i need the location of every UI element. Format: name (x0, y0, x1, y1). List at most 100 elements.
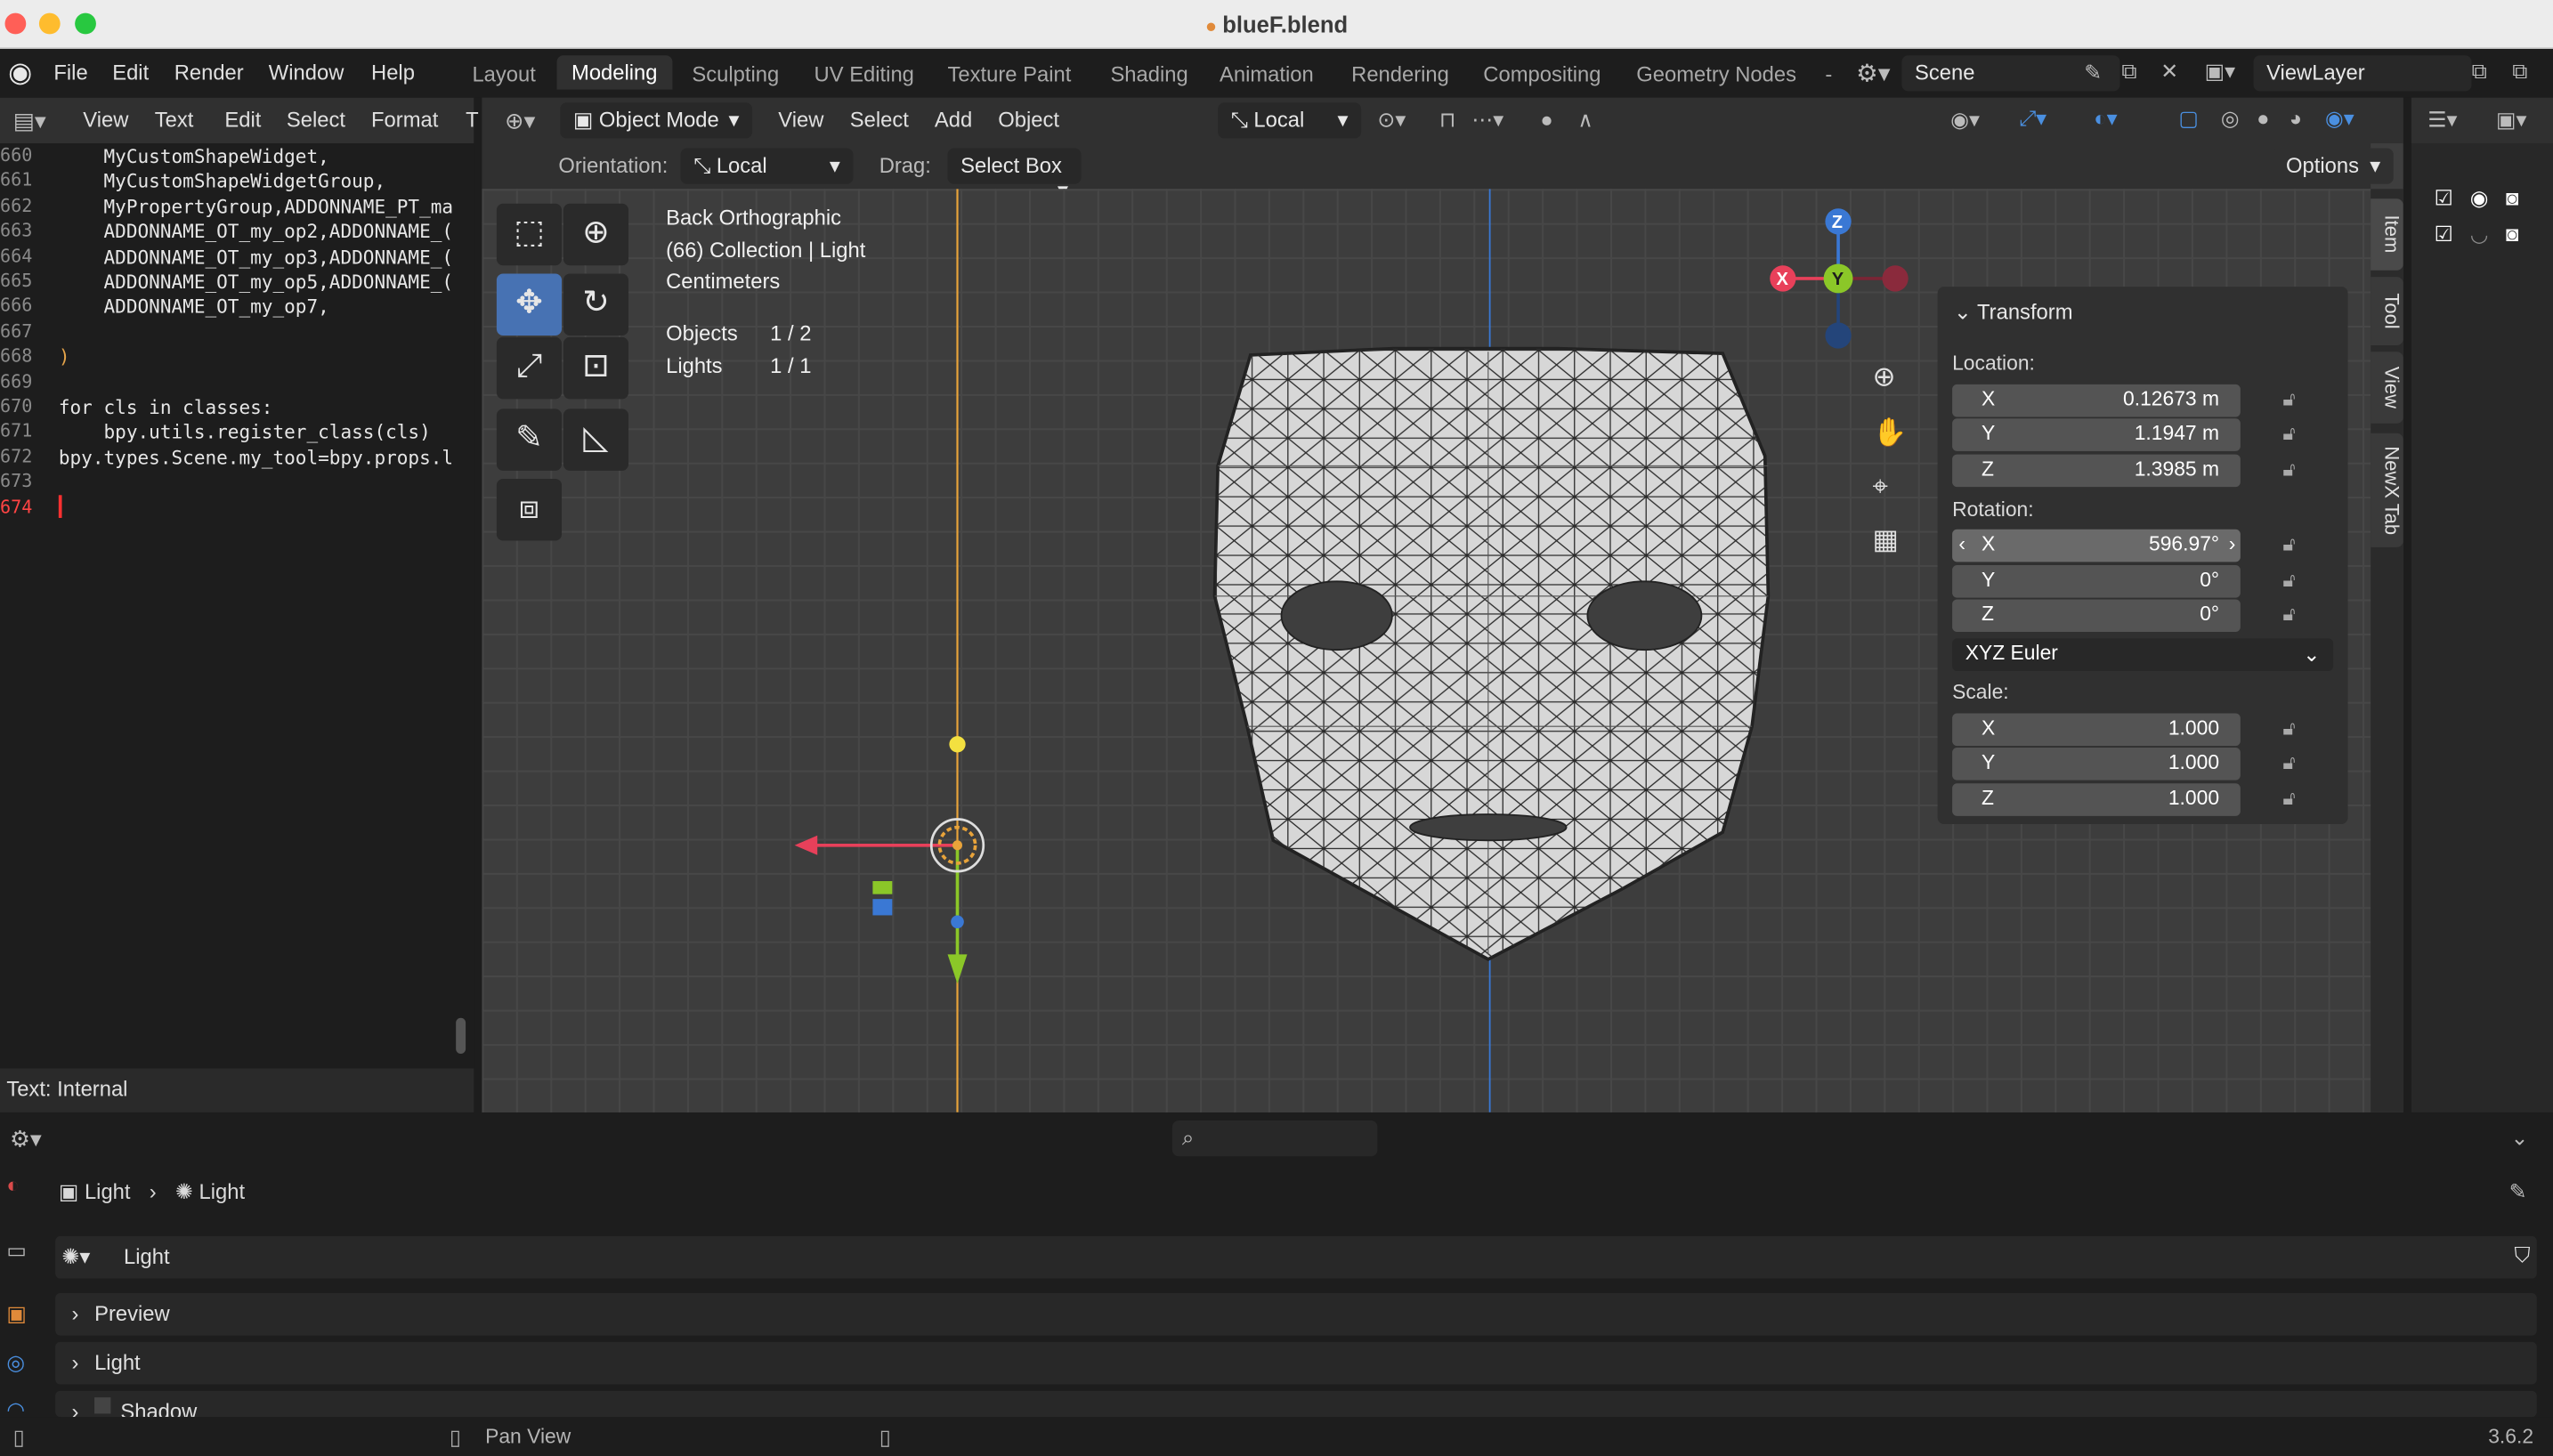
tab-texture-paint[interactable]: Texture Paint (948, 62, 1072, 86)
camera-icon[interactable]: ◙ (2506, 186, 2518, 210)
options-dropdown[interactable]: Options ▾ (2273, 148, 2394, 184)
pan-hand-icon[interactable]: ✋ (1872, 417, 1907, 449)
new-view-layer-icon[interactable]: ⧉ (2472, 59, 2487, 85)
rotation-z-field[interactable]: Z 0° (1952, 599, 2241, 633)
text-scrollbar[interactable] (456, 1017, 466, 1055)
menu-help[interactable]: Help (371, 61, 415, 85)
tab-tool[interactable]: Tool (2371, 277, 2403, 345)
viewport-grid[interactable]: ⬚ ⊕ ✥ ↻ ⤢ ⊡ ✎ ◺ ⧈ Back Orthographic (66)… (482, 189, 2371, 1112)
properties-search[interactable]: ⌕ (1171, 1120, 1378, 1157)
gizmo-toggle-icon[interactable]: ⤢▾ (2019, 106, 2046, 132)
view-layer-selector[interactable]: ViewLayer (2253, 55, 2472, 92)
tab-modeling[interactable]: Modeling (556, 55, 672, 90)
drag-dropdown[interactable]: Select Box▾ (947, 148, 1082, 202)
display-mode-icon[interactable]: ▣▾ (2496, 108, 2526, 133)
remove-scene-icon[interactable]: ✕ (2160, 59, 2178, 85)
proportional-editing-icon[interactable]: ● (1540, 108, 1552, 132)
rotation-mode-dropdown[interactable]: XYZ Euler ⌄ (1952, 638, 2334, 671)
location-x-field[interactable]: X 0.12673 m (1952, 384, 2241, 417)
lock-icon[interactable]: 🔓︎ (2282, 569, 2295, 593)
tab-sculpting[interactable]: Sculpting (692, 62, 779, 86)
physics-props-icon[interactable]: ◎ (6, 1350, 25, 1376)
lock-icon[interactable]: 🔓︎ (2282, 422, 2295, 446)
pin-icon[interactable]: ✎ (2084, 61, 2102, 86)
blender-logo-icon[interactable]: ◉ (8, 57, 32, 90)
editor-type-icon[interactable]: ⚙▾ (10, 1126, 42, 1153)
text-menu-view[interactable]: View (83, 108, 128, 132)
orientation-dropdown[interactable]: ⤡ Local ▾ (680, 148, 854, 184)
text-menu-edit[interactable]: Edit (224, 108, 261, 132)
checkbox-icon[interactable]: ☑ (2435, 186, 2453, 212)
tab-geometry-nodes[interactable]: Geometry Nodes (1636, 62, 1796, 86)
fake-user-shield-icon[interactable]: ⛉ (2515, 1242, 2531, 1268)
material-shading-icon[interactable]: ◕ (2290, 106, 2302, 130)
pin-icon[interactable]: ✎ (2509, 1179, 2527, 1205)
tab-uv-editing[interactable]: UV Editing (815, 62, 914, 86)
panel-light[interactable]: › Light (55, 1341, 2537, 1385)
location-y-field[interactable]: Y 1.1947 m (1952, 418, 2241, 451)
snap-increment-icon[interactable]: ⋯▾ (1472, 108, 1504, 133)
viewport-menu-add[interactable]: Add (935, 108, 972, 132)
tab-item[interactable]: Item (2371, 198, 2403, 271)
lock-icon[interactable]: 🔓︎ (2282, 603, 2295, 627)
tab-shading[interactable]: Shading (1110, 62, 1187, 86)
3d-viewport[interactable]: ⊕▾ ▣ Object Mode ▾ View Select Add Object… (482, 97, 2403, 1112)
editor-type-icon[interactable]: ⊕▾ (505, 108, 535, 135)
collection-props-icon[interactable]: ▭ (6, 1238, 26, 1264)
rotation-y-field[interactable]: Y 0° (1952, 565, 2241, 598)
text-menu-format[interactable]: Format (371, 108, 438, 132)
tab-rendering[interactable]: Rendering (1351, 62, 1449, 86)
viewport-menu-view[interactable]: View (778, 108, 823, 132)
gizmo-neg-x-axis[interactable] (1882, 265, 1909, 292)
scale-y-field[interactable]: Y 1.000 (1952, 747, 2241, 781)
menu-file[interactable]: File (53, 61, 87, 85)
location-z-field[interactable]: Z 1.3985 m (1952, 454, 2241, 488)
pivot-point-icon[interactable]: ⊙▾ (1377, 108, 1406, 133)
tab-view[interactable]: View (2371, 352, 2403, 424)
mask-mesh[interactable] (1212, 346, 1771, 961)
checkbox-icon[interactable]: ☑ (2435, 222, 2453, 247)
wireframe-shading-icon[interactable]: ◎ (2221, 106, 2240, 132)
overlays-icon[interactable]: ◐▾ (2094, 106, 2117, 132)
tab-compositing[interactable]: Compositing (1483, 62, 1601, 86)
tab-animation[interactable]: Animation (1220, 62, 1314, 86)
perspective-toggle-icon[interactable]: ▦ (1872, 524, 1898, 557)
viewport-menu-select[interactable]: Select (850, 108, 909, 132)
text-menu-text[interactable]: Text (155, 108, 194, 132)
editor-type-icon[interactable]: ☰▾ (2427, 108, 2457, 133)
mode-selector[interactable]: ▣ Object Mode ▾ (560, 102, 753, 139)
decrement-arrow-icon[interactable]: ‹ (1958, 532, 1965, 555)
light-object[interactable] (794, 736, 985, 984)
text-menu-select[interactable]: Select (287, 108, 345, 132)
tab-newx[interactable]: NewX Tab (2371, 433, 2403, 547)
lock-icon[interactable]: 🔓︎ (2282, 787, 2295, 811)
new-scene-icon[interactable]: ⧉ (2121, 59, 2136, 85)
view-layer-icon[interactable]: ▣▾ (2205, 59, 2235, 85)
text-menu-templates[interactable]: T (466, 108, 479, 132)
shadow-checkbox[interactable] (94, 1397, 111, 1414)
eye-icon[interactable]: ◉ (2470, 186, 2489, 212)
workspace-more[interactable]: - (1825, 62, 1832, 86)
menu-window[interactable]: Window (269, 61, 344, 85)
panel-preview[interactable]: › Preview (55, 1293, 2537, 1336)
editor-type-icon[interactable]: ▤▾ (13, 108, 46, 135)
rotation-x-field[interactable]: ‹ X 596.97° › (1952, 529, 2241, 562)
lock-icon[interactable]: 🔓︎ (2282, 457, 2295, 481)
transform-orientation-selector[interactable]: ⤡ Local ▾ (1218, 102, 1362, 139)
transform-header[interactable]: ⌄ Transform (1954, 300, 2073, 326)
snap-icon[interactable]: ⊓ (1439, 108, 1456, 133)
scene-icon[interactable]: ⚙▾ (1856, 59, 1890, 88)
viewport-menu-object[interactable]: Object (998, 108, 1059, 132)
tab-layout[interactable]: Layout (472, 62, 535, 86)
rendered-shading-icon[interactable]: ◉▾ (2325, 106, 2354, 132)
falloff-icon[interactable]: ∧ (1577, 108, 1593, 133)
xray-icon[interactable]: ▢ (2178, 106, 2198, 132)
navigation-gizmo[interactable]: Z X Y (1760, 202, 1939, 365)
lock-icon[interactable]: 🔓︎ (2282, 532, 2295, 556)
scene-props-icon[interactable]: ◐ (6, 1173, 19, 1197)
menu-edit[interactable]: Edit (112, 61, 149, 85)
camera-icon[interactable]: ◙ (2506, 222, 2518, 246)
lock-icon[interactable]: 🔓︎ (2282, 388, 2295, 412)
chevron-down-icon[interactable]: ⌄ (2510, 1126, 2528, 1152)
solid-shading-icon[interactable]: ● (2257, 106, 2269, 130)
